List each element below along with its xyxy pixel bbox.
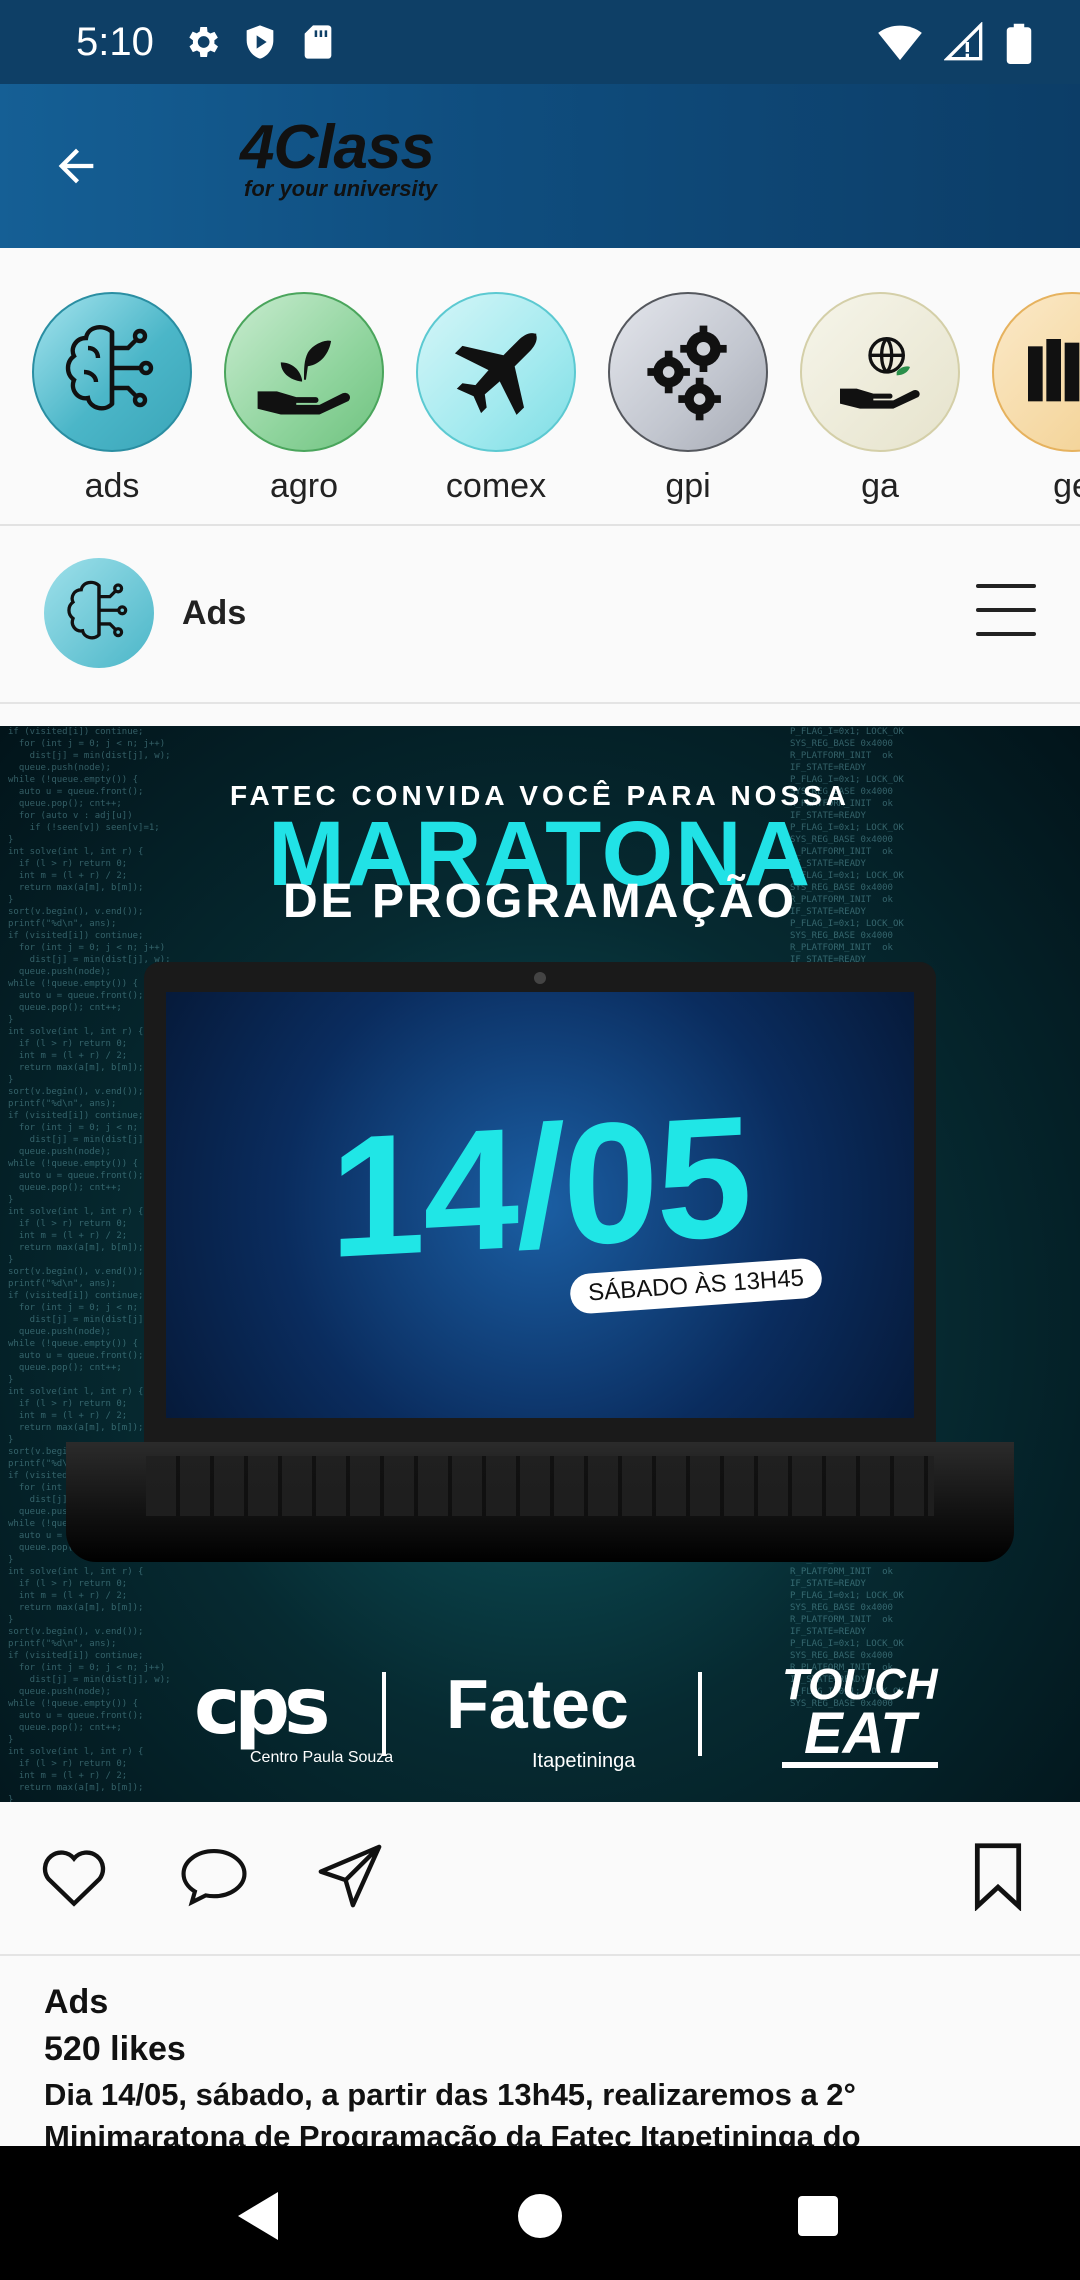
arrow-back-icon [58,148,94,184]
bookmark-icon [974,1843,1022,1911]
status-bar: 5:10 [0,0,1080,84]
airplane-icon [416,292,576,452]
app-logo: 4Class for your university [240,113,438,201]
story-ga[interactable]: ga [800,292,960,506]
laptop-screen: 14/05 SÁBADO ÀS 13H45 [166,992,914,1418]
share-button[interactable] [314,1840,386,1912]
logo-subtitle: for your university [244,176,438,201]
post-caption: Ads 520 likes Dia 14/05, sábado, a parti… [44,1980,1044,2158]
circle-home-icon [518,2194,562,2238]
menu-icon[interactable] [976,584,1036,636]
logo-divider [698,1672,702,1756]
fatec-caption: Itapetininga [532,1750,636,1772]
gear-icon [182,22,222,62]
touch-eat-logo-line1: TOUCH [782,1660,938,1709]
gears-icon [608,292,768,452]
globe-hand-icon [800,292,960,452]
caption-author[interactable]: Ads [44,1980,1044,2024]
nav-home-button[interactable] [500,2176,580,2256]
promo-headline-sub: DE PROGRAMAÇÃO [282,875,797,928]
story-ads[interactable]: ads [32,292,192,506]
laptop-base [66,1442,1014,1562]
shield-icon [240,22,280,62]
nav-back-button[interactable] [218,2176,298,2256]
story-label: ads [84,467,140,505]
touch-eat-logo: TOUCH EAT [782,1660,938,1768]
story-label: ga [861,467,899,505]
post-header: Ads [0,526,1080,704]
keyboard [146,1456,934,1516]
nav-recents-button[interactable] [778,2176,858,2256]
cps-logo: cps [194,1662,330,1752]
comment-button[interactable] [178,1840,250,1912]
post-author-name[interactable]: Ads [182,594,246,633]
camera-dot [534,972,546,984]
app-bar: 4Class for your university [0,84,1080,248]
post-image[interactable]: if (visited[i]) continue; for (int j = 0… [0,726,1080,1802]
books-icon [992,292,1080,452]
app-screen: 5:10 4Class for your university ads agro… [0,0,1080,2280]
sd-card-icon [298,22,338,62]
brain-circuit-icon [67,580,128,640]
signal-icon [944,22,984,64]
plant-hand-icon [224,292,384,452]
story-ge[interactable]: ge [992,292,1080,506]
logo-divider [382,1672,386,1756]
story-label: gpi [665,467,711,505]
brain-circuit-icon [32,292,192,452]
stories-bar[interactable]: ads agro comex gpi ga g [0,248,1080,526]
story-label: ge [1053,467,1080,505]
system-nav-bar [0,2146,1080,2280]
back-button[interactable] [38,128,114,204]
bookmark-button[interactable] [962,1840,1034,1912]
laptop-illustration: 14/05 SÁBADO ÀS 13H45 [66,962,1014,1562]
comment-icon [181,1848,247,1907]
cps-caption: Centro Paula Souza [250,1749,394,1766]
triangle-back-icon [238,2192,278,2240]
status-time: 5:10 [76,20,154,64]
sponsor-logos: cps Centro Paula Souza Fatec Itapetining… [0,1662,1080,1782]
battery-icon [1006,22,1032,64]
story-agro[interactable]: agro [224,292,384,506]
send-icon [318,1844,382,1908]
heart-icon [42,1850,106,1907]
story-label: comex [445,467,547,505]
post-actions [0,1802,1080,1956]
avatar[interactable] [44,558,154,668]
wifi-icon [878,22,922,64]
touch-eat-logo-line2: EAT [782,1705,938,1768]
story-comex[interactable]: comex [416,292,576,506]
fatec-logo: Fatec [446,1665,629,1743]
story-gpi[interactable]: gpi [608,292,768,506]
like-button[interactable] [38,1840,110,1912]
laptop-lid: 14/05 SÁBADO ÀS 13H45 [144,962,936,1442]
logo-title: 4Class [240,113,435,182]
square-recents-icon [798,2196,838,2236]
story-label: agro [269,467,339,505]
likes-count[interactable]: 520 likes [44,2024,1044,2074]
